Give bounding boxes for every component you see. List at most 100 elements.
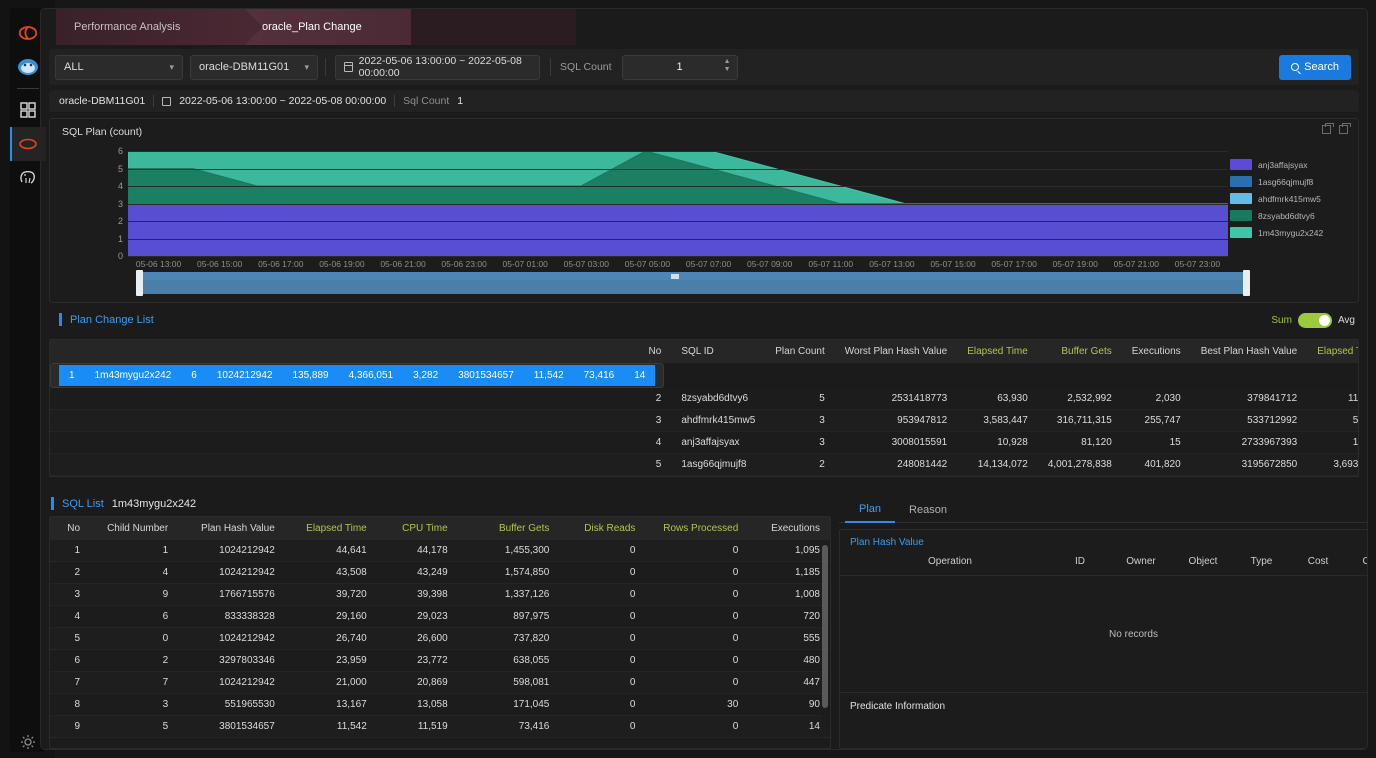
table-cell: 3008015591 [834,431,958,454]
plan-detail-tabs[interactable]: Plan Reason [839,497,1367,523]
legend-item[interactable]: 1m43mygu2x242 [1230,227,1352,238]
column-header[interactable]: Buffer Gets [1037,340,1122,363]
breadcrumb-empty-tab[interactable] [411,9,576,45]
table-row[interactable]: 2 8zsyabd6dtvy6 5 2531418773 63,930 2,532,992… [50,388,1358,410]
column-header[interactable]: Child Number [90,517,179,540]
plan-column-header[interactable]: Cost (%) [1347,556,1367,567]
range-slider-handle-left[interactable] [136,270,143,296]
sql-list-table-wrap: No Child Number Plan Hash Value Elapsed Tim… [49,516,831,749]
legend-item[interactable]: 8zsyabd6dtvy6 [1230,210,1352,221]
table-row[interactable]: 9 5 3801534657 11,542 11,519 73,416 0 0 14 [50,715,830,738]
table-row[interactable]: 3 ahdfmrk415mw5 3 953947812 3,583,447 316,711… [50,409,1358,432]
sql-count-stepper[interactable]: 1 ▲ ▼ [621,54,738,80]
plan-detail-section: Plan Reason Plan Hash Value Operation ID Ow… [839,497,1367,749]
sidebar-item-settings[interactable] [0,734,55,750]
grid-icon [19,102,36,118]
restore-icon[interactable] [1322,123,1334,134]
plan-column-header[interactable]: Type [1234,556,1289,567]
table-row[interactable]: 7 7 1024212942 21,000 20,869 598,081 0 0 447 [50,671,830,694]
breadcrumb-current-label: oracle_Plan Change [262,21,362,33]
column-header[interactable]: Executions [1121,340,1191,363]
tab-reason[interactable]: Reason [895,497,961,523]
table-row[interactable]: 8 3 551965530 13,167 13,058 171,045 0 30 90 [50,693,830,716]
table-cell: 3 [50,583,91,606]
column-header[interactable]: Best Plan Hash Value [1190,340,1308,363]
legend-item[interactable]: ahdfmrk415mw5 [1230,193,1352,204]
chart-legend[interactable]: anj3affajsyax 1asg66qjmujf8 ahdfmrk415mw5 8… [1230,159,1352,244]
sidebar-item-postgresql[interactable] [10,161,46,195]
plan-column-header[interactable]: ID [1050,556,1110,567]
column-header[interactable]: SQL ID [671,340,766,363]
x-axis-tick: 05-06 19:00 [319,259,365,269]
table-cell: 7 [50,671,91,694]
column-header[interactable]: Plan Count [765,340,835,363]
table-row[interactable]: 4 anj3affajsyax 3 3008015591 10,928 81,120 15 2… [50,431,1358,454]
column-header[interactable]: Executions [748,517,830,540]
plan-column-header[interactable]: Operation [850,556,1050,567]
table-cell: 2531418773 [834,388,958,410]
breadcrumb-root[interactable]: Performance Analysis [56,9,263,45]
column-header[interactable]: Disk Reads [559,517,646,540]
sql-list-scrollbar[interactable] [822,545,828,730]
table-cell: 0 [645,715,749,738]
stepper-arrows[interactable]: ▲ ▼ [724,58,731,73]
sidebar-item-dashboard[interactable] [10,93,46,127]
column-header[interactable]: Plan Hash Value [178,517,285,540]
table-cell: 11,542 [284,715,377,738]
column-header[interactable]: CPU Time [376,517,458,540]
y-axis-tick: 6 [117,146,123,156]
sum-avg-toggle[interactable] [1297,313,1332,328]
table-row[interactable]: 1 1m43mygu2x242 6 1024212942 135,889 4,366,05… [50,363,665,388]
app-logo[interactable] [10,16,46,50]
column-header[interactable]: Elapsed Time [1307,340,1358,363]
sum-avg-toggle-group[interactable]: Sum Avg [1271,313,1355,328]
sidebar-item-oracle[interactable] [9,127,46,161]
plan-column-header[interactable]: Owner [1110,556,1172,567]
maximize-icon[interactable] [1339,123,1351,134]
range-slider-handle-right[interactable] [1243,270,1250,296]
table-row[interactable]: 1 1 1024212942 44,641 44,178 1,455,300 0 0 1,095 [50,540,830,562]
scrollbar-thumb[interactable] [822,545,828,708]
column-header[interactable]: No [50,340,672,363]
table-cell: 3195672850 [1190,453,1308,476]
table-cell: 1,337,126 [457,583,560,606]
table-row[interactable]: 2 4 1024212942 43,508 43,249 1,574,850 0 0 1,185 [50,561,830,584]
panel-action-icons[interactable] [1322,123,1351,134]
column-header[interactable]: Elapsed Time [284,517,377,540]
table-row[interactable]: 5 1asg66qjmujf8 2 248081442 14,134,072 4,001,… [50,453,1358,476]
column-header[interactable]: Buffer Gets [457,517,560,540]
table-row[interactable]: 5 0 1024212942 26,740 26,600 737,820 0 0 555 [50,627,830,650]
tab-plan[interactable]: Plan [845,497,896,523]
user-avatar-icon [17,59,38,75]
stepper-down-icon[interactable]: ▼ [724,66,731,73]
table-row[interactable]: 4 6 833338328 29,160 29,023 897,975 0 0 720 [50,605,830,628]
column-header[interactable]: Rows Processed [645,517,749,540]
column-header[interactable]: Elapsed Time [957,340,1038,363]
range-slider-grip[interactable] [670,274,679,279]
column-header[interactable]: Worst Plan Hash Value [834,340,958,363]
table-row[interactable]: 3 9 1766715576 39,720 39,398 1,337,126 0 0 1,008 [50,583,830,606]
plan-change-list-table-wrap: No SQL ID Plan Count Worst Plan Hash Value E… [49,339,1359,477]
summary-divider [153,95,155,107]
plan-column-header[interactable]: Cost [1289,556,1347,567]
date-range-input[interactable]: 2022-05-06 13:00:00 ~ 2022-05-08 00:00:0… [335,54,540,80]
chart-gridline [128,256,1228,257]
gear-icon [20,735,35,749]
breadcrumb-current-tab[interactable]: oracle_Plan Change [246,9,411,45]
legend-item[interactable]: 1asg66qjmujf8 [1230,176,1352,187]
database-select[interactable]: oracle-DBM11G01 ▾ [190,54,318,80]
stepper-up-icon[interactable]: ▲ [724,58,731,65]
x-axis-tick: 05-07 13:00 [869,259,915,269]
plan-column-header[interactable]: Object [1172,556,1234,567]
user-avatar[interactable] [10,50,46,84]
table-cell: 13,058 [376,693,458,716]
table-cell: 401,820 [1121,453,1191,476]
sql-count-label: SQL Count [560,61,612,73]
table-row[interactable]: 6 2 3297803346 23,959 23,772 638,055 0 0 480 [50,649,830,672]
legend-swatch [1230,193,1252,204]
column-header[interactable]: No [50,517,91,540]
scope-select[interactable]: ALL ▾ [55,54,183,80]
legend-item[interactable]: anj3affajsyax [1230,159,1352,170]
search-button[interactable]: Search [1279,54,1351,80]
chart-range-slider[interactable] [136,270,1250,296]
